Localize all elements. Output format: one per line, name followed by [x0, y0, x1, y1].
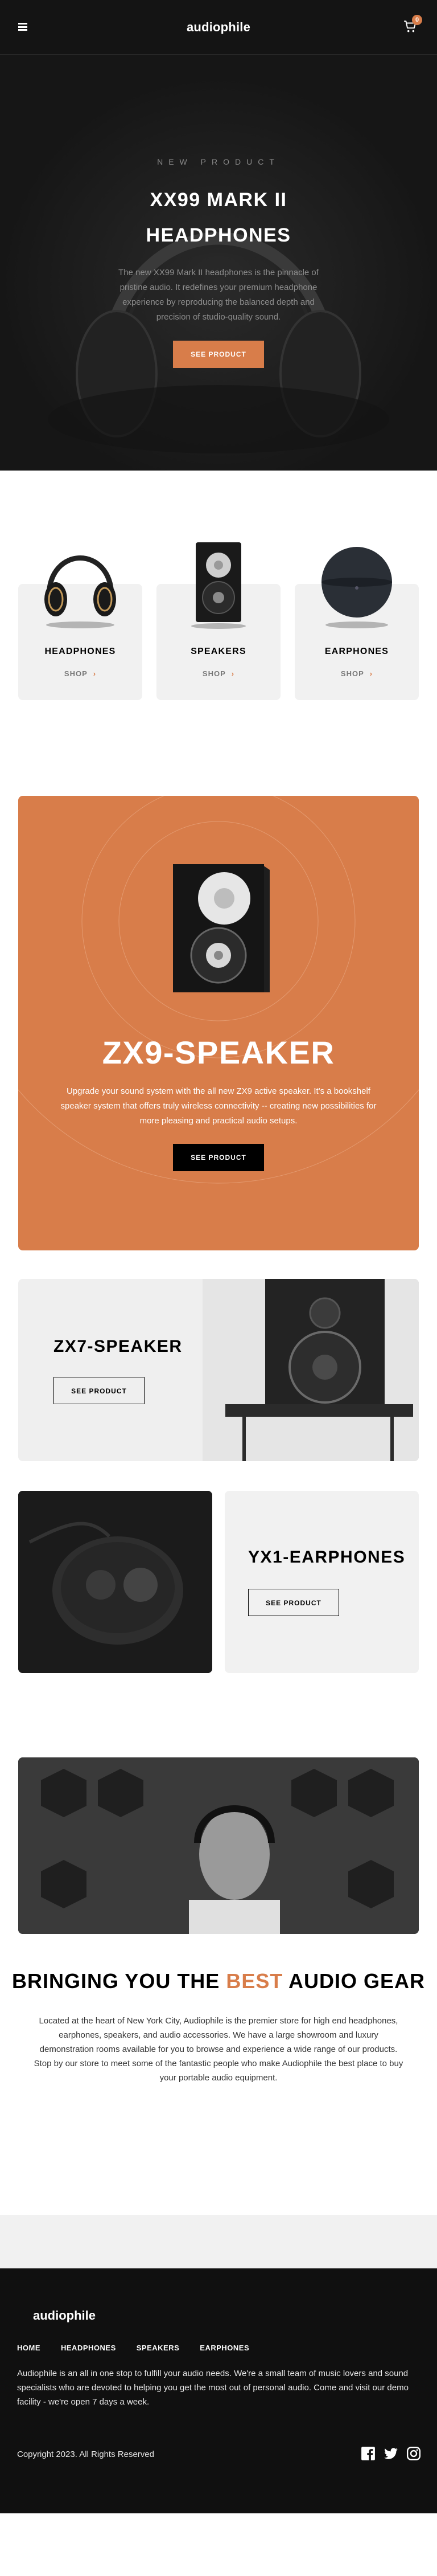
cart-button[interactable]: 0 — [403, 15, 422, 34]
headphones-image — [44, 555, 116, 628]
category-card-earphones[interactable]: EARPHONES SHOP › — [295, 547, 419, 700]
instagram-icon[interactable] — [406, 2446, 421, 2461]
shop-label: SHOP — [64, 669, 88, 678]
zx7-see-product-button[interactable]: SEE PRODUCT — [53, 1377, 145, 1404]
zx7-speaker-image — [203, 1279, 419, 1461]
hero-title-line2: HEADPHONES — [146, 224, 291, 246]
chevron-right-icon: › — [369, 669, 373, 678]
footer-logo[interactable]: audiophile — [33, 2308, 96, 2323]
hamburger-menu-icon[interactable] — [18, 23, 27, 31]
shop-label: SHOP — [202, 669, 226, 678]
yx1-info-card: YX1-EARPHONES SEE PRODUCT — [225, 1491, 419, 1673]
zx9-see-product-button[interactable]: SEE PRODUCT — [173, 1144, 264, 1171]
about-title-prefix: BRINGING YOU THE — [11, 1969, 226, 1993]
hero-see-product-button[interactable]: SEE PRODUCT — [173, 341, 264, 368]
category-title: HEADPHONES — [44, 647, 116, 656]
footer-copyright: Copyright 2023. All Rights Reserved — [17, 2450, 154, 2459]
yx1-see-product-button[interactable]: SEE PRODUCT — [248, 1589, 339, 1616]
footer-nav-earphones[interactable]: EARPHONES — [200, 2344, 249, 2352]
divider-strip — [0, 2215, 437, 2268]
zx9-title: ZX9-SPEAKER — [102, 1035, 335, 1070]
about-section: BRINGING YOU THE BEST AUDIO GEAR Located… — [0, 1757, 437, 2085]
hero-description: The new XX99 Mark II headphones is the p… — [118, 268, 319, 322]
footer-nav-home[interactable]: HOME — [17, 2344, 40, 2352]
footer-description: Audiophile is an all in one stop to fulf… — [17, 2369, 409, 2407]
about-title-suffix: AUDIO GEAR — [283, 1969, 426, 1993]
shop-label: SHOP — [340, 669, 364, 678]
category-shop-link[interactable]: SHOP › — [295, 669, 419, 678]
hero-title: XX99 MARK II HEADPHONES — [0, 182, 437, 253]
about-man-with-headphones-image — [18, 1757, 419, 1934]
hero-title-line1: XX99 MARK II — [150, 189, 287, 211]
yx1-earphones-image — [18, 1491, 212, 1673]
category-card-speakers[interactable]: SPEAKERS SHOP › — [156, 542, 281, 700]
chevron-right-icon: › — [231, 669, 235, 678]
speaker-image — [191, 542, 246, 629]
zx9-promo-card: ZX9-SPEAKER Upgrade your sound system wi… — [18, 796, 419, 1250]
about-title: BRINGING YOU THE BEST AUDIO GEAR — [0, 1969, 437, 1993]
category-shop-link[interactable]: SHOP › — [18, 669, 142, 678]
yx1-title: YX1-EARPHONES — [248, 1548, 406, 1567]
zx9-description: Upgrade your sound system with the all n… — [60, 1086, 377, 1126]
facebook-icon[interactable] — [361, 2446, 376, 2461]
category-title: EARPHONES — [324, 647, 389, 656]
zx9-speaker-image — [173, 864, 270, 992]
yx1-promo-row: YX1-EARPHONES SEE PRODUCT — [18, 1491, 419, 1673]
category-shop-link[interactable]: SHOP › — [156, 669, 281, 678]
site-header: audiophile 0 — [0, 0, 437, 55]
footer-nav-speakers[interactable]: SPEAKERS — [137, 2344, 180, 2352]
cart-count-badge: 0 — [412, 15, 422, 25]
twitter-icon[interactable] — [384, 2446, 398, 2461]
site-logo[interactable]: audiophile — [187, 20, 250, 35]
hero-section: NEW PRODUCT XX99 MARK II HEADPHONES The … — [0, 55, 437, 471]
earphones-photo — [18, 1491, 212, 1673]
footer-nav-headphones[interactable]: HEADPHONES — [61, 2344, 116, 2352]
footer-nav: HOME HEADPHONES SPEAKERS EARPHONES — [17, 2344, 249, 2352]
zx7-promo-card: ZX7-SPEAKER SEE PRODUCT — [18, 1279, 419, 1461]
zx7-title: ZX7-SPEAKER — [53, 1337, 183, 1356]
about-description: Located at the heart of New York City, A… — [34, 2016, 403, 2083]
category-title: SPEAKERS — [191, 647, 246, 656]
category-list: HEADPHONES SHOP › SPEAKERS SHOP › EARPHONE… — [0, 536, 437, 700]
site-footer: audiophile HOME HEADPHONES SPEAKERS EARP… — [0, 2268, 437, 2513]
earphones-case-image — [321, 547, 392, 628]
social-links — [361, 2446, 421, 2461]
chevron-right-icon: › — [93, 669, 97, 678]
category-card-headphones[interactable]: HEADPHONES SHOP › — [18, 555, 142, 700]
hero-overline: NEW PRODUCT — [157, 157, 280, 166]
about-title-accent: BEST — [226, 1969, 283, 1993]
about-photo — [18, 1757, 419, 1934]
